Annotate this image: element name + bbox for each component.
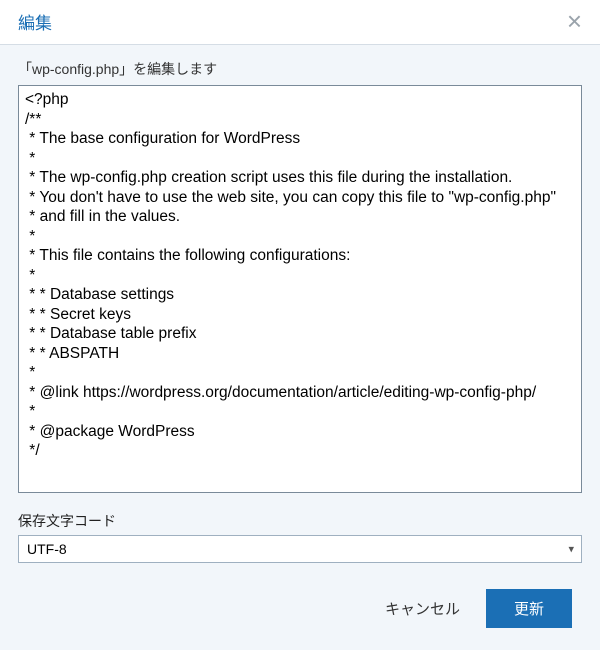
edit-dialog: 編集 × 「wp-config.php」を編集します 保存文字コード UTF-8… — [0, 0, 600, 638]
close-icon[interactable]: × — [567, 8, 582, 34]
dialog-footer: キャンセル 更新 — [0, 575, 600, 650]
encoding-label: 保存文字コード — [18, 511, 582, 531]
encoding-select-wrap: UTF-8 ▾ — [18, 535, 582, 563]
dialog-title: 編集 — [18, 9, 52, 34]
cancel-button[interactable]: キャンセル — [385, 598, 460, 619]
code-editor[interactable] — [18, 85, 582, 493]
update-button[interactable]: 更新 — [486, 589, 572, 628]
dialog-header: 編集 × — [0, 0, 600, 45]
edit-instruction: 「wp-config.php」を編集します — [18, 59, 582, 79]
encoding-select[interactable]: UTF-8 — [18, 535, 582, 563]
dialog-body: 「wp-config.php」を編集します 保存文字コード UTF-8 ▾ — [0, 45, 600, 575]
